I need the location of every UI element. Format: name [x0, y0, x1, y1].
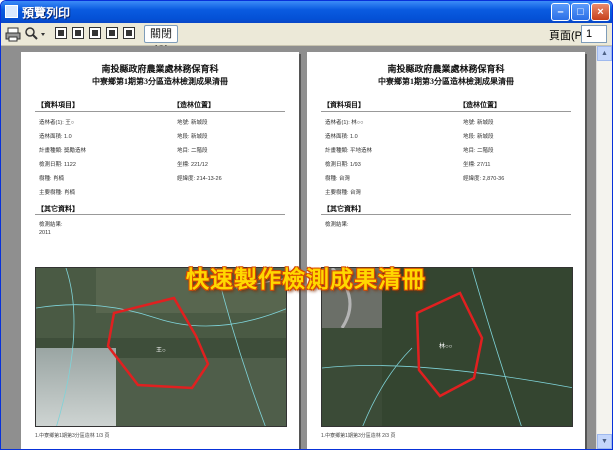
page-title: 南投縣政府農業處林務保育科: [387, 64, 505, 74]
two-pages-icon[interactable]: [72, 27, 84, 39]
close-preview-button[interactable]: 關閉(C): [144, 25, 178, 56]
printer-icon[interactable]: [5, 26, 21, 42]
field-left: 計畫種類: 獎勵造林: [39, 148, 87, 154]
section-basic: 【資料項目】: [37, 102, 79, 109]
divider: [321, 111, 571, 112]
title-bar[interactable]: 預覽列印 – □ ×: [1, 1, 612, 23]
overlay-caption: 快速製作檢測成果清冊: [186, 266, 426, 292]
close-window-button[interactable]: ×: [591, 3, 610, 21]
field-left: 檢測日期: 1122: [39, 162, 76, 168]
field-left: 主要樹種: 肖楠: [39, 190, 76, 196]
field-left: 造林面積: 1.0: [325, 134, 358, 140]
page-footer: 1.中寮鄉第1期第3分區造林 2/3 頁: [321, 433, 396, 439]
section-other: 【其它資料】: [323, 206, 365, 213]
other-text: 檢測結果:: [39, 222, 63, 228]
field-right: 地目: 二階段: [463, 148, 494, 154]
page-title: 南投縣政府農業處林務保育科: [101, 64, 219, 74]
minimize-button[interactable]: –: [551, 3, 570, 21]
divider: [35, 111, 285, 112]
field-right: 地號: 新城段: [463, 120, 494, 126]
scroll-down-icon[interactable]: ▼: [597, 434, 612, 449]
divider: [321, 214, 571, 215]
page-subtitle: 中寮鄉第1期第3分區造林檢測成果清冊: [92, 77, 228, 86]
field-left: 計畫種類: 平地造林: [325, 148, 373, 154]
field-right: 地目: 二階段: [177, 148, 208, 154]
field-right: 地段: 新城段: [177, 134, 208, 140]
vertical-scrollbar[interactable]: ▲ ▼: [596, 46, 612, 449]
polygon-label: 林○○: [439, 342, 453, 350]
field-left: 造林面積: 1.0: [39, 134, 72, 140]
field-right: 經緯度: 214-13-26: [177, 176, 222, 182]
field-right: 地號: 新城段: [177, 120, 208, 126]
field-left: 主要樹種: 台灣: [325, 190, 362, 196]
page-footer: 1.中寮鄉第1期第3分區造林 1/3 頁: [35, 433, 110, 439]
window-title: 預覽列印: [22, 6, 71, 20]
maximize-button[interactable]: □: [571, 3, 590, 21]
field-left: 造林者(1): 林○○: [325, 120, 364, 126]
field-right: 坐標: 221/12: [177, 162, 208, 168]
three-pages-icon[interactable]: [89, 27, 101, 39]
field-left: 檢測日期: 1/93: [325, 162, 361, 168]
polygon-label: 王○: [156, 347, 166, 354]
field-left: 樹種: 台灣: [325, 176, 351, 182]
preview-area: 南投縣政府農業處林務保育科 中寮鄉第1期第3分區造林檢測成果清冊 【資料項目】 …: [1, 46, 596, 449]
field-right: 地段: 新城段: [463, 134, 494, 140]
preview-page: 南投縣政府農業處林務保育科 中寮鄉第1期第3分區造林檢測成果清冊 【資料項目】 …: [21, 52, 299, 449]
six-pages-icon[interactable]: [123, 27, 135, 39]
field-right: 坐標: 27/11: [463, 162, 491, 168]
section-location: 【造林位置】: [173, 102, 215, 109]
section-other: 【其它資料】: [37, 206, 79, 213]
scroll-up-icon[interactable]: ▲: [597, 46, 612, 61]
toolbar: 關閉(C) 頁面(P) 1: [1, 23, 612, 56]
zoom-dropdown-button[interactable]: [23, 26, 47, 42]
page-number-input[interactable]: 1: [581, 25, 607, 43]
page-subtitle: 中寮鄉第1期第3分區造林檢測成果清冊: [378, 77, 514, 86]
four-pages-icon[interactable]: [106, 27, 118, 39]
print-preview-window: 預覽列印 – □ × 關閉(C) 頁面(P) 1 南投縣政府農業處林務保育科 中…: [0, 0, 613, 450]
other-text: 檢測結果:: [325, 222, 349, 228]
field-left: 造林者(1): 王○: [39, 120, 75, 126]
other-text: 2011: [39, 230, 51, 236]
app-icon: [5, 5, 18, 18]
field-left: 樹種: 肖楠: [39, 176, 65, 182]
preview-page: 南投縣政府農業處林務保育科 中寮鄉第1期第3分區造林檢測成果清冊 【資料項目】 …: [307, 52, 585, 449]
section-location: 【造林位置】: [459, 102, 501, 109]
field-right: 經緯度: 2,870-36: [463, 176, 505, 182]
section-basic: 【資料項目】: [323, 102, 365, 109]
one-page-icon[interactable]: [55, 27, 67, 39]
divider: [35, 214, 285, 215]
